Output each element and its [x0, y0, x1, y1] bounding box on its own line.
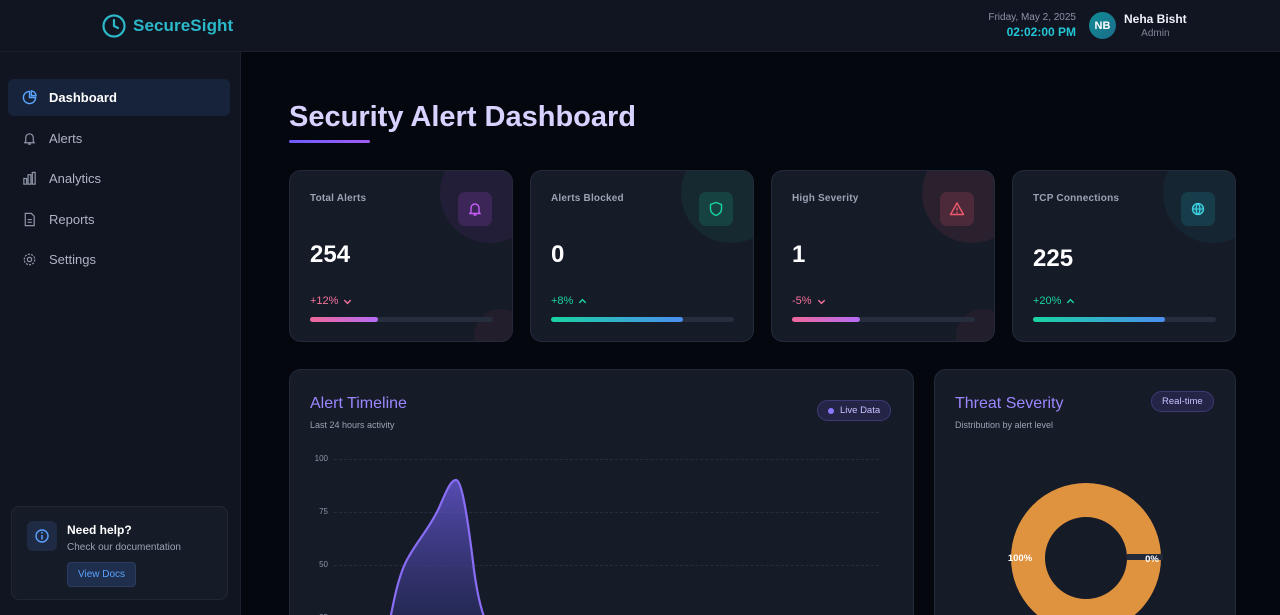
stat-card-high-severity[interactable]: High Severity 1 -5% — [771, 170, 995, 342]
page-title: Security Alert Dashboard — [289, 101, 637, 133]
progress-track — [792, 317, 975, 322]
card-change: +20% — [1033, 295, 1076, 307]
bell-icon — [458, 192, 492, 226]
top-bar: SecureSight Friday, May 2, 2025 02:02:00… — [0, 0, 1280, 52]
current-date: Friday, May 2, 2025 — [988, 12, 1076, 23]
chevron-down-icon — [817, 299, 825, 304]
progress-track — [1033, 317, 1216, 322]
current-time: 02:02:00 PM — [1006, 25, 1076, 39]
datetime: Friday, May 2, 2025 02:02:00 PM — [988, 12, 1076, 39]
card-label: Alerts Blocked — [551, 193, 624, 204]
chevron-down-icon — [344, 299, 352, 304]
help-card: Need help? Check our documentation View … — [11, 506, 228, 600]
donut-slice-100 — [1011, 483, 1161, 615]
chevron-up-icon — [579, 298, 587, 303]
sidebar-item-alerts[interactable]: Alerts — [8, 120, 230, 157]
bar-chart-icon — [23, 171, 36, 185]
card-label: Total Alerts — [310, 193, 367, 204]
change-value: +8% — [551, 295, 574, 307]
card-value: 225 — [1033, 245, 1074, 272]
brand-logo[interactable]: SecureSight — [101, 13, 233, 39]
card-value: 0 — [551, 241, 565, 268]
stat-card-tcp-connections[interactable]: TCP Connections 225 +20% — [1012, 170, 1236, 342]
alert-timeline-panel: Alert Timeline Last 24 hours activity Li… — [289, 369, 914, 615]
user-name: Neha Bisht — [1124, 12, 1187, 26]
bell-icon — [23, 133, 36, 145]
change-value: +12% — [310, 295, 339, 307]
title-underline — [289, 140, 370, 143]
sidebar-item-label: Analytics — [49, 171, 102, 186]
progress-track — [551, 317, 734, 322]
card-value: 1 — [792, 241, 806, 268]
sidebar-item-dashboard[interactable]: Dashboard — [8, 79, 230, 116]
sidebar-item-label: Alerts — [49, 131, 83, 146]
card-value: 254 — [310, 241, 351, 268]
stat-card-alerts-blocked[interactable]: Alerts Blocked 0 +8% — [530, 170, 754, 342]
brand-name: SecureSight — [133, 16, 234, 35]
help-subtitle: Check our documentation — [67, 542, 181, 553]
sidebar-item-analytics[interactable]: Analytics — [8, 160, 230, 197]
progress-fill — [310, 317, 378, 322]
view-docs-button[interactable]: View Docs — [67, 562, 137, 587]
pie-chart-icon — [22, 90, 37, 105]
card-change: +8% — [551, 295, 588, 307]
stat-card-total-alerts[interactable]: Total Alerts 254 +12% — [289, 170, 513, 342]
progress-track — [310, 317, 493, 322]
sidebar-item-reports[interactable]: Reports — [8, 201, 230, 238]
donut-label-right: 0% — [1145, 554, 1159, 565]
warning-icon — [940, 192, 974, 226]
severity-donut-chart: 100% 0% — [1008, 483, 1163, 615]
chevron-up-icon — [1067, 298, 1075, 303]
progress-fill — [1033, 317, 1165, 322]
card-label: High Severity — [792, 193, 859, 204]
avatar[interactable]: NB — [1089, 12, 1116, 39]
sidebar-item-settings[interactable]: Settings — [8, 241, 230, 278]
info-icon — [27, 521, 57, 551]
threat-severity-panel: Threat Severity Distribution by alert le… — [934, 369, 1236, 615]
progress-fill — [551, 317, 683, 322]
shield-icon — [699, 192, 733, 226]
sidebar-item-label: Settings — [49, 252, 96, 267]
change-value: +20% — [1033, 295, 1062, 307]
card-label: TCP Connections — [1033, 193, 1120, 204]
gear-icon — [23, 253, 36, 266]
help-title: Need help? — [67, 523, 132, 537]
donut-label-left: 100% — [1008, 553, 1033, 564]
timeline-chart — [389, 478, 485, 615]
card-decoration — [474, 309, 512, 341]
sidebar-item-label: Dashboard — [49, 90, 117, 105]
sidebar-item-label: Reports — [49, 212, 95, 227]
document-icon — [24, 212, 35, 227]
user-role: Admin — [1141, 28, 1170, 39]
card-change: +12% — [310, 295, 353, 307]
card-decoration — [956, 309, 994, 341]
card-change: -5% — [792, 295, 827, 307]
clock-icon — [102, 14, 126, 38]
timeline-area — [390, 480, 484, 615]
change-value: -5% — [792, 295, 812, 307]
globe-icon — [1181, 192, 1215, 226]
progress-fill — [792, 317, 860, 322]
sidebar: Dashboard Alerts Analytics Reports Setti… — [0, 52, 241, 615]
user-info[interactable]: Neha Bisht Admin — [1124, 12, 1187, 39]
